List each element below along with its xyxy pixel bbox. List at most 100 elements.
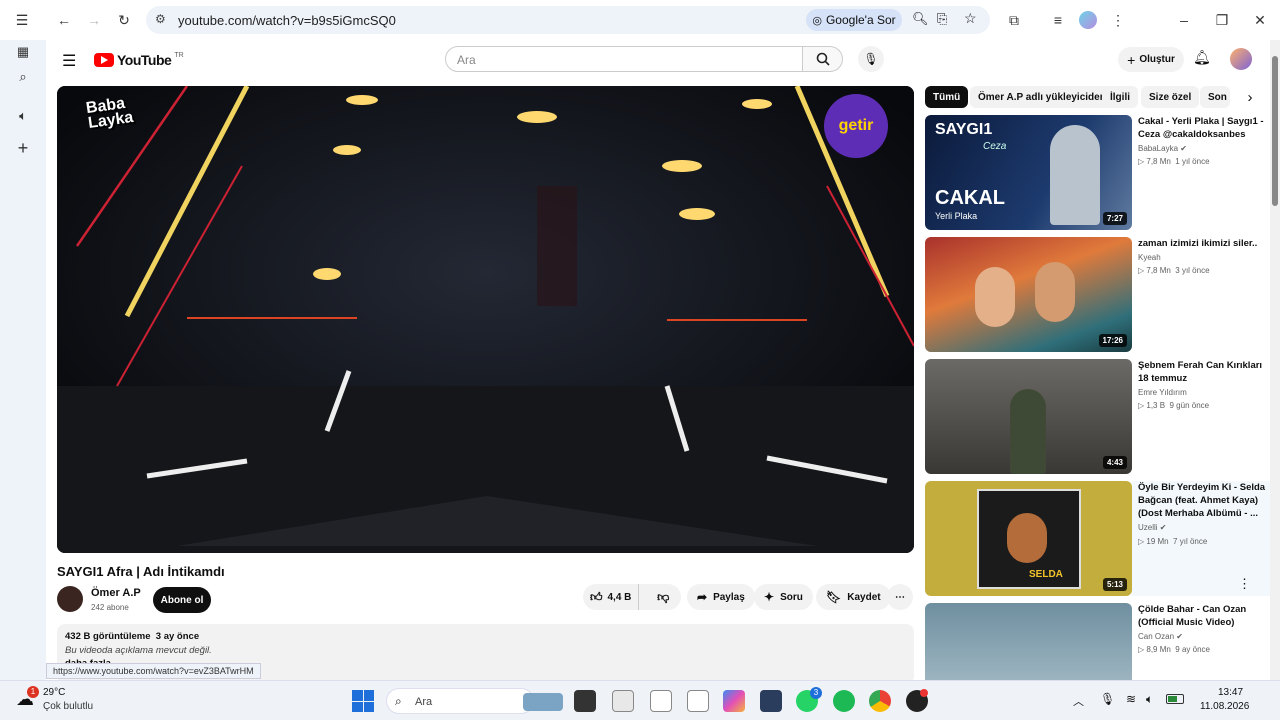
ask-label: Soru [780, 591, 803, 603]
chevron-up-icon[interactable]: ︿ [1073, 693, 1084, 709]
notepad-icon[interactable] [687, 690, 709, 712]
chip-uploader[interactable]: Ömer A.P adlı yükleyiciden [970, 86, 1114, 108]
forward-icon[interactable]: → [82, 8, 106, 32]
rec-title-4[interactable]: Öyle Bir Yerdeyim Ki - Selda Bağcan (fea… [1138, 481, 1266, 520]
save-button[interactable]: 🔖︎ Kaydet [816, 584, 891, 610]
channel-avatar[interactable] [57, 586, 83, 612]
volume-icon[interactable]: 🔈︎ [1146, 692, 1153, 707]
menu-icon[interactable]: ☰ [62, 51, 76, 71]
ask-button[interactable]: ✦ Soru [754, 584, 813, 610]
clock-date[interactable]: 11.08.2026 [1200, 701, 1249, 712]
youtube-logo[interactable]: YouTube TR [94, 52, 184, 68]
video-frame [57, 86, 914, 553]
youtube-play-icon [94, 53, 114, 67]
search-tabs-icon[interactable]: ⌕ [11, 65, 35, 89]
media-icon[interactable]: 🔈︎ [11, 104, 35, 128]
mic-icon[interactable]: 🎙︎ [1100, 692, 1115, 706]
search-input[interactable]: Ara [445, 46, 803, 72]
overlay-logo-right: getir [824, 94, 888, 158]
share-label: Paylaş [713, 591, 745, 603]
back-icon[interactable]: ← [52, 8, 76, 32]
battery-icon[interactable] [1166, 694, 1184, 704]
video-player[interactable]: Baba Layka getir [57, 86, 914, 553]
views-line: 432 B görüntüleme 3 ay önce [65, 631, 200, 642]
extensions-icon[interactable]: ⧉ [1002, 8, 1026, 32]
like-button[interactable]: 👍︎ 4,4 B [583, 584, 640, 610]
bookmark-star-icon[interactable]: ☆ [964, 10, 977, 27]
clock-time[interactable]: 13:47 [1218, 687, 1243, 698]
app-icon[interactable] [760, 690, 782, 712]
channel-name[interactable]: Ömer A.P [91, 587, 141, 599]
menu-dots-icon[interactable]: ⋮ [1106, 8, 1130, 32]
chip-recent[interactable]: Son [1200, 86, 1230, 108]
scrollbar[interactable] [1270, 40, 1280, 680]
chrome-icon[interactable] [869, 690, 891, 712]
add-icon[interactable]: + [11, 136, 35, 160]
share-icon: ➦ [697, 590, 708, 604]
apps-icon[interactable]: ▦ [11, 40, 35, 64]
taskbar-search[interactable]: ⌕ Ara [386, 688, 563, 714]
video-title: SAYGI1 Afra | Adı İntikamdı [57, 564, 225, 579]
close-icon[interactable]: ✕ [1248, 8, 1272, 32]
chip-all[interactable]: Tümü [925, 86, 969, 108]
copilot-icon[interactable] [723, 690, 745, 712]
sparkle-icon: ✦ [764, 590, 775, 604]
search-icon[interactable] [803, 46, 843, 72]
minimize-icon[interactable]: – [1172, 8, 1196, 32]
profile-avatar[interactable] [1076, 8, 1100, 32]
reload-icon[interactable]: ↻ [112, 8, 136, 32]
rec-thumb-3[interactable]: 4:43 [925, 359, 1132, 474]
scrollbar-thumb[interactable] [1272, 56, 1278, 206]
task-view-icon[interactable] [574, 690, 596, 712]
mic-icon[interactable]: 🎙︎ [858, 46, 884, 72]
printer-icon[interactable] [612, 690, 634, 712]
rec-channel-2: Kyeah [1138, 253, 1161, 262]
google-ask-button[interactable]: ◎ Google'a Sor [806, 9, 902, 31]
more-actions-icon[interactable]: ⋯ [887, 584, 913, 610]
wifi-icon[interactable]: ≋ [1126, 692, 1136, 706]
taskbar: ☁ 1 29°C Çok bulutlu ⌕ Ara 3 ︿ 🎙︎ ≋ 🔈︎ 1… [0, 680, 1280, 720]
restore-icon[interactable]: ❐ [1210, 8, 1234, 32]
spotify-icon[interactable] [833, 690, 855, 712]
rec-meta-2: ▷ 7,8 Mn 3 yıl önce [1138, 266, 1210, 275]
notifications-icon[interactable]: 🔔︎ [1193, 49, 1211, 66]
vertical-tabs-icon[interactable]: ☰ [10, 8, 34, 32]
save-label: Kaydet [847, 591, 881, 603]
avatar[interactable] [1230, 48, 1252, 70]
rec-meta-4: ▷ 19 Mn 7 yıl önce [1138, 537, 1207, 546]
logo-text: YouTube [117, 52, 172, 68]
create-button[interactable]: + Oluştur [1118, 47, 1184, 72]
zoom-icon[interactable]: 🔍︎ [912, 11, 929, 27]
rec-thumb-5[interactable] [925, 603, 1132, 680]
status-url: https://www.youtube.com/watch?v=evZ3BATw… [46, 663, 261, 679]
rec-thumb-2[interactable]: 17:26 [925, 237, 1132, 352]
address-bar[interactable]: ⚙ youtube.com/watch?v=b9s5iGmcSQ0 ◎ Goog… [146, 6, 990, 34]
rec-thumb-4[interactable]: SELDA 5:13 [925, 481, 1132, 596]
rec-thumb-2-figure-a [975, 267, 1015, 327]
rec-title-1[interactable]: Cakal - Yerli Plaka | Saygı1 - Ceza @cak… [1138, 115, 1266, 141]
rec-title-5[interactable]: Çölde Bahar - Can Ozan (Official Music V… [1138, 603, 1266, 629]
reading-list-icon[interactable]: ≡ [1046, 8, 1070, 32]
obs-badge [920, 689, 928, 697]
subscribe-button[interactable]: Abone ol [153, 587, 211, 613]
rec-title-2[interactable]: zaman izimizi ikimizi siler.. [1138, 237, 1266, 250]
search-icon: ⌕ [395, 694, 402, 708]
file-icon[interactable] [650, 690, 672, 712]
chip-for-you[interactable]: Size özel [1141, 86, 1200, 108]
rec-thumb-1[interactable]: SAYGI1 Ceza CAKAL Yerli Plaka 7:27 [925, 115, 1132, 230]
rec-title-3[interactable]: Şebnem Ferah Can Kırıkları 18 temmuz [1138, 359, 1266, 385]
verified-icon: ✔ [1176, 632, 1183, 641]
chevron-right-icon[interactable]: › [1232, 86, 1268, 108]
whatsapp-badge: 3 [810, 687, 822, 699]
share-button[interactable]: ➦ Paylaş [687, 584, 755, 610]
bookmark-icon: 🔖︎ [826, 590, 842, 604]
chip-related[interactable]: İlgili [1102, 86, 1138, 108]
google-ask-label: Google'a Sor [825, 13, 896, 27]
site-info-icon[interactable]: ⚙ [155, 12, 166, 26]
search-highlight-icon [523, 693, 563, 711]
rec-meta-1-text: 7,8 Mn 1 yıl önce [1146, 157, 1210, 166]
install-app-icon[interactable]: ⎘ [937, 11, 947, 27]
start-icon[interactable] [352, 690, 374, 712]
thumbs-down-icon[interactable]: 👎︎ [645, 584, 681, 610]
rec-menu-icon[interactable]: ⋮ [1238, 576, 1251, 592]
